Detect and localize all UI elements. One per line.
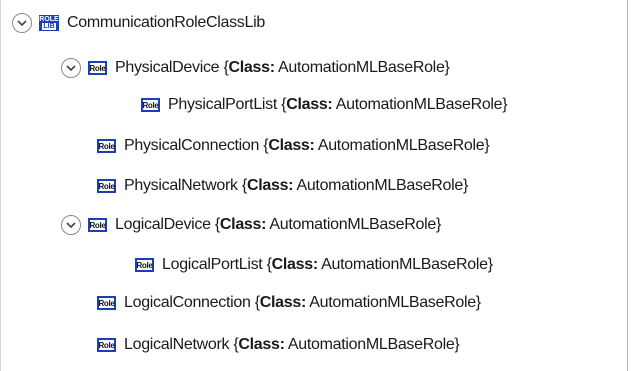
role-name: PhysicalConnection — [124, 137, 260, 154]
tree-node-logicaldevice[interactable]: Role LogicalDevice {Class: AutomationMLB… — [61, 211, 441, 239]
class-keyword: Class: — [286, 96, 333, 113]
tree-node-logicalportlist[interactable]: Role LogicalPortList {Class: AutomationM… — [135, 251, 493, 279]
role-class-icon: Role — [135, 258, 154, 272]
class-keyword: Class: — [271, 256, 319, 273]
class-keyword: Class: — [238, 336, 285, 353]
tree-node-label: PhysicalNetwork {Class: AutomationMLBase… — [124, 177, 468, 195]
class-prefix: { — [259, 137, 269, 154]
tree-node-label: PhysicalDevice {Class: AutomationMLBaseR… — [115, 59, 450, 77]
role-class-icon: Role — [97, 338, 116, 352]
tree-node-label: PhysicalConnection {Class: AutomationMLB… — [124, 137, 490, 155]
class-value: AutomationMLBaseRole} — [284, 336, 460, 353]
role-class-icon: Role — [141, 98, 160, 112]
class-prefix: { — [237, 177, 247, 194]
class-prefix: { — [250, 294, 260, 311]
collapse-toggle-icon[interactable] — [12, 13, 32, 33]
role-name: LogicalPortList — [162, 256, 263, 273]
class-prefix: { — [262, 256, 272, 273]
role-name: LogicalDevice — [115, 216, 211, 233]
class-value: AutomationMLBaseRole} — [317, 256, 493, 273]
role-class-library-icon-bottom: LIB — [42, 23, 56, 30]
role-class-icon: Role — [88, 218, 107, 232]
collapse-toggle-icon[interactable] — [61, 58, 81, 78]
class-value: AutomationMLBaseRole} — [293, 177, 469, 194]
tree-node-label: LogicalConnection {Class: AutomationMLBa… — [124, 294, 481, 312]
class-prefix: { — [229, 336, 239, 353]
class-value: AutomationMLBaseRole} — [306, 294, 481, 311]
tree-node-label: LogicalPortList {Class: AutomationMLBase… — [162, 256, 493, 274]
tree-node-logicalconnection[interactable]: Role LogicalConnection {Class: Automatio… — [97, 289, 481, 317]
tree-node-label: LogicalNetwork {Class: AutomationMLBaseR… — [124, 336, 460, 354]
role-name: LogicalNetwork — [124, 336, 230, 353]
collapse-toggle-icon[interactable] — [61, 215, 81, 235]
role-name: PhysicalDevice — [115, 59, 220, 76]
class-prefix: { — [210, 216, 220, 233]
role-class-library-icon: ROLE LIB — [39, 15, 59, 31]
tree-node-physicalportlist[interactable]: Role PhysicalPortList {Class: Automation… — [141, 91, 508, 119]
class-keyword: Class: — [259, 294, 307, 311]
role-name: PhysicalPortList — [168, 96, 278, 113]
tree-node-logicalnetwork[interactable]: Role LogicalNetwork {Class: AutomationML… — [97, 331, 460, 359]
class-value: AutomationMLBaseRole} — [274, 59, 450, 76]
tree-node-communicationroleclasslib[interactable]: ROLE LIB CommunicationRoleClassLib — [12, 9, 265, 37]
role-class-icon: Role — [88, 61, 107, 75]
class-keyword: Class: — [246, 177, 294, 194]
tree-node-physicaldevice[interactable]: Role PhysicalDevice {Class: AutomationML… — [61, 54, 450, 82]
class-value: AutomationMLBaseRole} — [314, 137, 490, 154]
tree-node-physicalnetwork[interactable]: Role PhysicalNetwork {Class: AutomationM… — [97, 172, 468, 200]
role-name: PhysicalNetwork — [124, 177, 238, 194]
role-class-library-icon-top: ROLE — [39, 16, 59, 23]
class-prefix: { — [277, 96, 287, 113]
class-prefix: { — [219, 59, 229, 76]
class-keyword: Class: — [219, 216, 267, 233]
role-class-icon: Role — [97, 296, 116, 310]
tree-view-panel: ROLE LIB CommunicationRoleClassLib Role … — [0, 0, 628, 371]
tree-node-label: CommunicationRoleClassLib — [67, 14, 265, 31]
role-class-icon: Role — [97, 179, 116, 193]
class-value: AutomationMLBaseRole} — [332, 96, 508, 113]
tree-node-physicalconnection[interactable]: Role PhysicalConnection {Class: Automati… — [97, 132, 490, 160]
role-class-icon: Role — [97, 139, 116, 153]
tree-node-label: LogicalDevice {Class: AutomationMLBaseRo… — [115, 216, 441, 234]
class-keyword: Class: — [228, 59, 276, 76]
class-keyword: Class: — [268, 137, 315, 154]
tree-node-label: PhysicalPortList {Class: AutomationMLBas… — [168, 96, 508, 114]
class-value: AutomationMLBaseRole} — [266, 216, 442, 233]
role-name: LogicalConnection — [124, 294, 251, 311]
